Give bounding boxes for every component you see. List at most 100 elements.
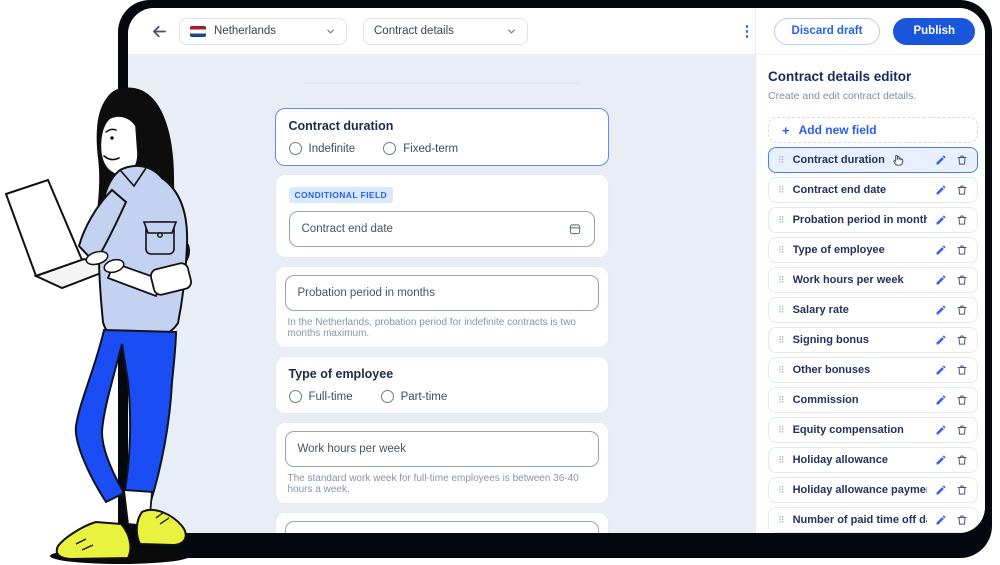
topbar-actions: ⋮ Discard draft Publish bbox=[734, 18, 977, 45]
card-title: Type of employee bbox=[289, 367, 595, 381]
trash-icon[interactable] bbox=[956, 394, 968, 406]
trash-icon[interactable] bbox=[956, 424, 968, 436]
card-probation-period[interactable]: Probation period in months In the Nether… bbox=[275, 266, 609, 348]
app-window: Netherlands Contract details ⋮ Discard d… bbox=[128, 8, 985, 533]
trash-icon[interactable] bbox=[956, 334, 968, 346]
radio-fixed-term[interactable]: Fixed-term bbox=[383, 142, 458, 155]
field-label: Type of employee bbox=[793, 244, 927, 256]
input-placeholder: Work hours per week bbox=[298, 443, 406, 455]
template-select[interactable]: Contract details bbox=[363, 18, 528, 45]
radio-part-time[interactable]: Part-time bbox=[381, 390, 448, 403]
drag-handle-icon[interactable]: ⠿ bbox=[778, 186, 785, 195]
form-cards: Contract duration Indefinite Fixed-term bbox=[275, 108, 609, 533]
publish-button[interactable]: Publish bbox=[893, 18, 975, 45]
edit-pencil-icon[interactable] bbox=[935, 484, 947, 496]
drag-handle-icon[interactable]: ⠿ bbox=[778, 456, 785, 465]
edit-pencil-icon[interactable] bbox=[935, 154, 947, 166]
trash-icon[interactable] bbox=[956, 244, 968, 256]
card-contract-duration[interactable]: Contract duration Indefinite Fixed-term bbox=[275, 108, 609, 166]
field-row-probation-period[interactable]: ⠿ Probation period in months bbox=[768, 207, 978, 233]
radio-full-time[interactable]: Full-time bbox=[289, 390, 353, 403]
edit-pencil-icon[interactable] bbox=[935, 454, 947, 466]
trash-icon[interactable] bbox=[956, 454, 968, 466]
builder-canvas: Builder Conditionals Preview Contract du… bbox=[128, 55, 755, 533]
drag-handle-icon[interactable]: ⠿ bbox=[778, 216, 785, 225]
row-actions bbox=[935, 334, 968, 346]
back-button[interactable] bbox=[150, 22, 169, 41]
card-salary-rate[interactable]: Salary rate bbox=[275, 512, 609, 533]
card-contract-end-date[interactable]: CONDITIONAL FIELD Contract end date bbox=[275, 174, 609, 258]
topbar: Netherlands Contract details ⋮ Discard d… bbox=[128, 8, 985, 55]
trash-icon[interactable] bbox=[956, 514, 968, 526]
country-select[interactable]: Netherlands bbox=[179, 18, 347, 45]
edit-pencil-icon[interactable] bbox=[935, 184, 947, 196]
field-label: Holiday allowance payment fre... bbox=[793, 484, 927, 496]
edit-pencil-icon[interactable] bbox=[935, 394, 947, 406]
field-row-type-of-employee[interactable]: ⠿ Type of employee bbox=[768, 237, 978, 263]
field-label: Equity compensation bbox=[793, 424, 927, 436]
row-actions bbox=[935, 154, 968, 166]
field-row-contract-duration[interactable]: ⠿ Contract duration bbox=[768, 147, 978, 173]
field-row-commission[interactable]: ⠿ Commission bbox=[768, 387, 978, 413]
row-actions bbox=[935, 244, 968, 256]
edit-pencil-icon[interactable] bbox=[935, 424, 947, 436]
row-actions bbox=[935, 514, 968, 526]
edit-pencil-icon[interactable] bbox=[935, 364, 947, 376]
trash-icon[interactable] bbox=[956, 274, 968, 286]
card-work-hours[interactable]: Work hours per week The standard work we… bbox=[275, 422, 609, 504]
drag-handle-icon[interactable]: ⠿ bbox=[778, 366, 785, 375]
trash-icon[interactable] bbox=[956, 184, 968, 196]
salary-rate-select[interactable]: Salary rate bbox=[285, 521, 599, 533]
edit-pencil-icon[interactable] bbox=[935, 514, 947, 526]
kebab-menu-icon[interactable]: ⋮ bbox=[734, 24, 761, 39]
trash-icon[interactable] bbox=[956, 364, 968, 376]
row-actions bbox=[935, 484, 968, 496]
drag-handle-icon[interactable]: ⠿ bbox=[778, 486, 785, 495]
field-row-holiday-allowance[interactable]: ⠿ Holiday allowance bbox=[768, 447, 978, 473]
radio-group: Full-time Part-time bbox=[289, 390, 595, 403]
work-hours-helper-text: The standard work week for full-time emp… bbox=[288, 473, 596, 495]
radio-indefinite[interactable]: Indefinite bbox=[289, 142, 356, 155]
radio-circle-icon bbox=[289, 390, 302, 403]
row-actions bbox=[935, 274, 968, 286]
trash-icon[interactable] bbox=[956, 304, 968, 316]
field-row-other-bonuses[interactable]: ⠿ Other bonuses bbox=[768, 357, 978, 383]
field-label: Salary rate bbox=[793, 304, 927, 316]
row-actions bbox=[935, 364, 968, 376]
edit-pencil-icon[interactable] bbox=[935, 304, 947, 316]
trash-icon[interactable] bbox=[956, 484, 968, 496]
field-row-salary-rate[interactable]: ⠿ Salary rate bbox=[768, 297, 978, 323]
arrow-left-icon bbox=[150, 22, 169, 41]
work-hours-input[interactable]: Work hours per week bbox=[285, 431, 599, 467]
field-row-work-hours[interactable]: ⠿ Work hours per week bbox=[768, 267, 978, 293]
view-tabs: Builder Conditionals Preview bbox=[304, 82, 580, 84]
drag-handle-icon[interactable]: ⠿ bbox=[778, 276, 785, 285]
field-row-paid-time-off[interactable]: ⠿ Number of paid time off days bbox=[768, 507, 978, 533]
field-label: Signing bonus bbox=[793, 334, 927, 346]
edit-pencil-icon[interactable] bbox=[935, 214, 947, 226]
field-row-signing-bonus[interactable]: ⠿ Signing bonus bbox=[768, 327, 978, 353]
drag-handle-icon[interactable]: ⠿ bbox=[778, 396, 785, 405]
field-row-contract-end-date[interactable]: ⠿ Contract end date bbox=[768, 177, 978, 203]
field-row-holiday-allowance-frequency[interactable]: ⠿ Holiday allowance payment fre... bbox=[768, 477, 978, 503]
edit-pencil-icon[interactable] bbox=[935, 244, 947, 256]
contract-end-date-input[interactable]: Contract end date bbox=[289, 211, 595, 247]
drag-handle-icon[interactable]: ⠿ bbox=[778, 306, 785, 315]
edit-pencil-icon[interactable] bbox=[935, 334, 947, 346]
drag-handle-icon[interactable]: ⠿ bbox=[778, 156, 785, 165]
drag-handle-icon[interactable]: ⠿ bbox=[778, 246, 785, 255]
drag-handle-icon[interactable]: ⠿ bbox=[778, 516, 785, 525]
discard-draft-button[interactable]: Discard draft bbox=[774, 18, 881, 45]
add-new-field-button[interactable]: + Add new field bbox=[768, 117, 978, 143]
probation-period-input[interactable]: Probation period in months bbox=[285, 275, 599, 311]
drag-handle-icon[interactable]: ⠿ bbox=[778, 426, 785, 435]
radio-label: Fixed-term bbox=[403, 143, 458, 155]
field-row-equity-compensation[interactable]: ⠿ Equity compensation bbox=[768, 417, 978, 443]
chevron-down-icon bbox=[325, 26, 336, 37]
trash-icon[interactable] bbox=[956, 214, 968, 226]
edit-pencil-icon[interactable] bbox=[935, 274, 947, 286]
country-select-value: Netherlands bbox=[214, 25, 276, 37]
card-type-of-employee[interactable]: Type of employee Full-time Part-time bbox=[275, 356, 609, 414]
trash-icon[interactable] bbox=[956, 154, 968, 166]
drag-handle-icon[interactable]: ⠿ bbox=[778, 336, 785, 345]
